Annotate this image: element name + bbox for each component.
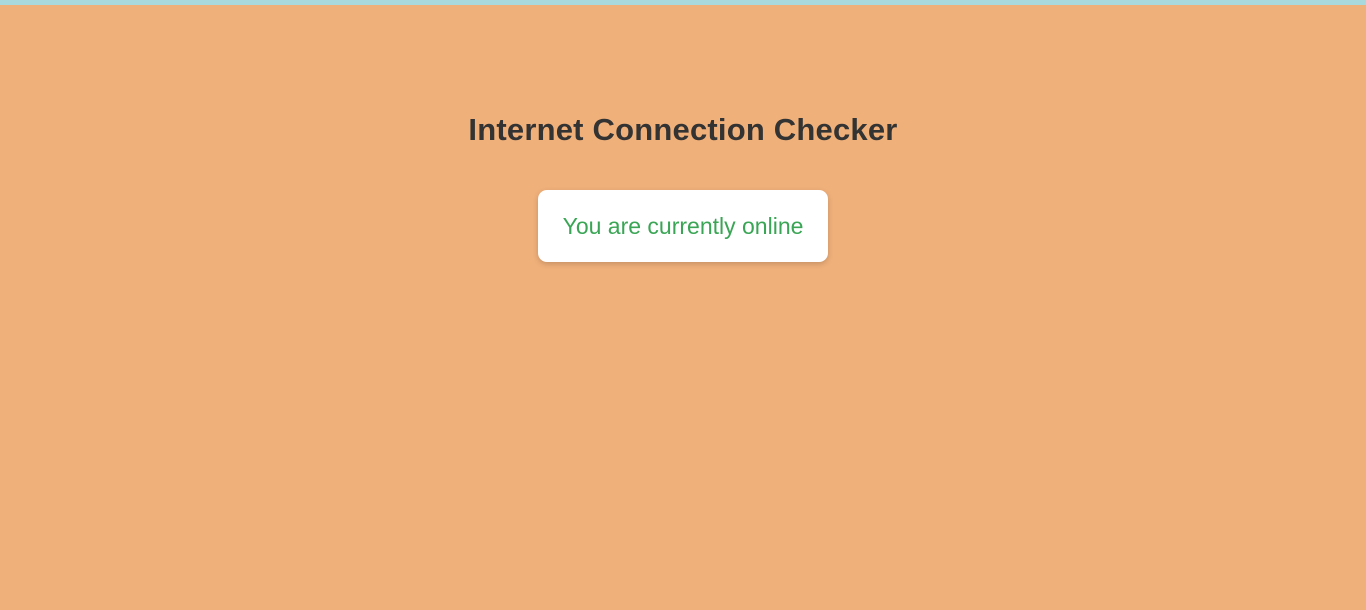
status-message: You are currently online [562,212,804,239]
page-title: Internet Connection Checker [468,112,898,147]
top-strip [0,0,1366,5]
status-card: You are currently online [538,190,828,262]
